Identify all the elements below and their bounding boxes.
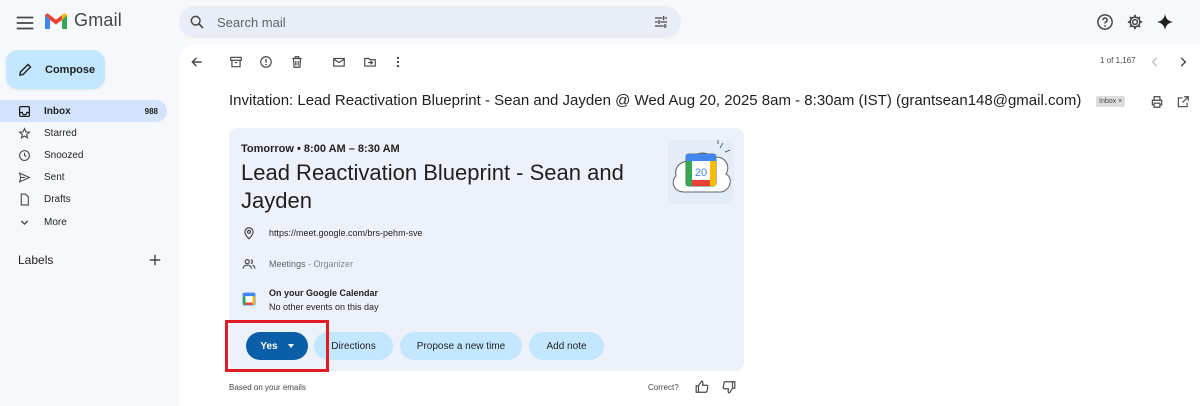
google-calendar-illustration: 20 <box>668 140 734 204</box>
send-icon <box>18 171 31 183</box>
pencil-icon <box>18 63 32 77</box>
event-location-link[interactable]: https://meet.google.com/brs-pehm-sve <box>269 228 423 238</box>
guest-name: Meetings <box>269 259 306 269</box>
main-menu-icon[interactable] <box>14 12 36 34</box>
clock-icon <box>19 149 30 161</box>
propose-new-time-button[interactable]: Propose a new time <box>400 332 522 360</box>
sidebar-item-snoozed[interactable]: Snoozed <box>0 144 167 166</box>
sidebar-item-label: Snoozed <box>44 149 84 161</box>
older-chevron-right-icon[interactable] <box>1176 55 1190 69</box>
calendar-status-subtitle: No other events on this day <box>269 302 379 312</box>
sidebar-item-label: Sent <box>44 171 65 183</box>
sidebar-item-label: More <box>44 216 67 228</box>
sidebar-item-label: Drafts <box>44 193 71 205</box>
based-on-emails-note: Based on your emails <box>229 383 306 392</box>
mark-unread-icon[interactable] <box>332 55 346 69</box>
remove-label-icon[interactable]: × <box>1118 98 1122 105</box>
gemini-sparkle-icon[interactable] <box>1156 13 1174 31</box>
event-time: Tomorrow • 8:00 AM – 8:30 AM <box>241 143 400 155</box>
google-calendar-icon <box>242 292 256 306</box>
feedback-question: Correct? <box>648 383 679 392</box>
labels-heading: Labels <box>18 253 54 267</box>
unread-count: 988 <box>144 106 158 116</box>
people-icon <box>242 257 256 271</box>
calendar-status-title: On your Google Calendar <box>269 288 379 298</box>
sidebar-item-label: Starred <box>44 127 77 139</box>
event-guests: Meetings - Organizer <box>269 259 353 269</box>
search-bar[interactable]: Search mail <box>179 6 681 38</box>
star-icon <box>18 126 31 139</box>
chevron-down-icon <box>20 219 29 225</box>
sidebar-item-drafts[interactable]: Drafts <box>0 188 167 210</box>
add-label-icon[interactable] <box>148 253 162 267</box>
search-input[interactable]: Search mail <box>217 15 653 30</box>
guest-role: - Organizer <box>308 259 354 269</box>
inbox-icon <box>18 105 31 117</box>
event-title: Lead Reactivation Blueprint - Sean and J… <box>241 160 624 213</box>
gmail-logo[interactable]: Gmail <box>44 10 122 31</box>
sidebar-item-inbox[interactable]: Inbox 988 <box>0 100 167 122</box>
sidebar-item-more[interactable]: More <box>0 211 167 233</box>
help-icon[interactable] <box>1096 13 1114 31</box>
move-to-icon[interactable] <box>363 55 377 69</box>
sidebar-item-label: Inbox <box>44 105 71 117</box>
newer-chevron-left-icon[interactable] <box>1148 55 1162 69</box>
compose-label: Compose <box>45 63 96 76</box>
highlight-box <box>225 320 329 372</box>
archive-icon[interactable] <box>229 55 243 69</box>
print-icon[interactable] <box>1150 95 1164 109</box>
report-spam-icon[interactable] <box>259 55 273 69</box>
back-arrow-icon[interactable] <box>190 55 204 69</box>
propose-new-time-label: Propose a new time <box>416 340 506 352</box>
sidebar-item-starred[interactable]: Starred <box>0 122 167 144</box>
directions-label: Directions <box>331 340 376 352</box>
pagination-count: 1 of 1,167 <box>1100 56 1136 65</box>
thumbs-up-icon[interactable] <box>695 380 709 394</box>
gmail-m-icon <box>45 12 67 29</box>
delete-icon[interactable] <box>290 55 304 69</box>
app-name: Gmail <box>74 10 123 30</box>
inbox-label-text: Inbox <box>1099 98 1117 105</box>
inbox-label-chip[interactable]: Inbox × <box>1096 96 1126 107</box>
add-note-button[interactable]: Add note <box>529 332 604 360</box>
settings-gear-icon[interactable] <box>1126 13 1144 31</box>
more-vert-icon[interactable] <box>391 55 405 69</box>
search-options-icon[interactable] <box>653 14 669 30</box>
email-subject: Invitation: Lead Reactivation Blueprint … <box>229 92 1082 109</box>
search-icon[interactable] <box>189 14 205 30</box>
compose-button[interactable]: Compose <box>6 50 105 89</box>
add-note-label: Add note <box>546 340 587 352</box>
location-pin-icon <box>242 226 256 240</box>
draft-icon <box>20 193 29 205</box>
calendar-day-number: 20 <box>695 167 707 179</box>
thumbs-down-icon[interactable] <box>722 380 736 394</box>
open-new-window-icon[interactable] <box>1176 95 1190 109</box>
sidebar-item-sent[interactable]: Sent <box>0 166 167 188</box>
